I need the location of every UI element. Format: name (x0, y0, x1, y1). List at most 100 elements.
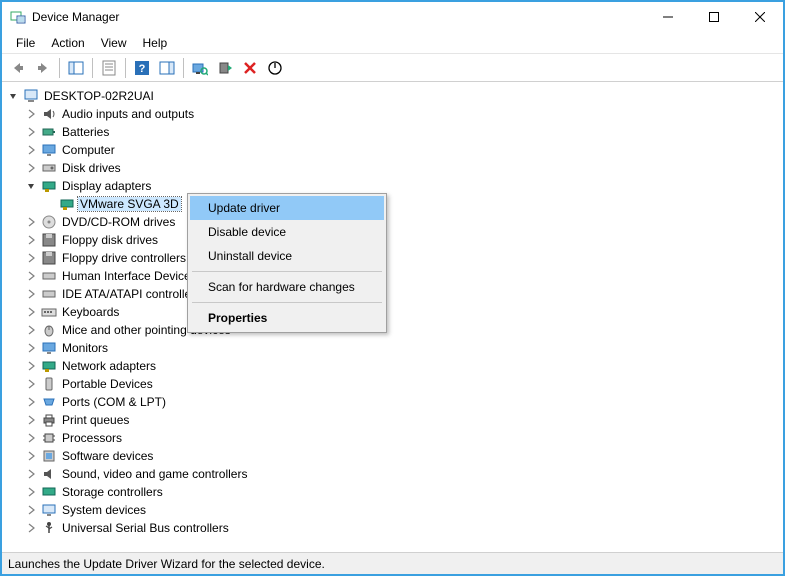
chevron-right-icon[interactable] (24, 413, 38, 427)
tree-item-label: DVD/CD-ROM drives (60, 215, 177, 229)
chevron-right-icon[interactable] (24, 143, 38, 157)
chevron-right-icon[interactable] (24, 359, 38, 373)
chevron-right-icon[interactable] (24, 323, 38, 337)
tree-item-usb[interactable]: Universal Serial Bus controllers (22, 519, 781, 537)
disk-icon (41, 160, 57, 176)
tree-item-display-adapters[interactable]: Display adapters (22, 177, 781, 195)
show-hide-console-tree-button[interactable] (64, 56, 88, 80)
tree-item-batteries[interactable]: Batteries (22, 123, 781, 141)
action-pane-button[interactable] (155, 56, 179, 80)
chevron-right-icon[interactable] (24, 125, 38, 139)
statusbar-text: Launches the Update Driver Wizard for th… (8, 557, 325, 571)
tree-item-label: Monitors (60, 341, 110, 355)
tree-item-computer[interactable]: Computer (22, 141, 781, 159)
minimize-button[interactable] (645, 2, 691, 32)
chevron-right-icon[interactable] (24, 431, 38, 445)
device-tree-panel[interactable]: DESKTOP-02R2UAI Audio inputs and outputs… (2, 82, 783, 552)
tree-item-print[interactable]: Print queues (22, 411, 781, 429)
system-icon (41, 502, 57, 518)
tree-item-label: Computer (60, 143, 117, 157)
forward-button[interactable] (31, 56, 55, 80)
svg-text:?: ? (139, 63, 146, 75)
menu-view[interactable]: View (93, 34, 135, 52)
disable-device-button[interactable] (263, 56, 287, 80)
chevron-right-icon[interactable] (24, 377, 38, 391)
tree-item-monitors[interactable]: Monitors (22, 339, 781, 357)
maximize-button[interactable] (691, 2, 737, 32)
chevron-right-icon[interactable] (24, 269, 38, 283)
window-controls (645, 2, 783, 32)
tree-item-label: Processors (60, 431, 124, 445)
software-icon (41, 448, 57, 464)
titlebar: Device Manager (2, 2, 783, 32)
battery-icon (41, 124, 57, 140)
chevron-right-icon[interactable] (24, 287, 38, 301)
tree-item-label: Ports (COM & LPT) (60, 395, 168, 409)
tree-item-ports[interactable]: Ports (COM & LPT) (22, 393, 781, 411)
tree-item-ide[interactable]: IDE ATA/ATAPI controllers (22, 285, 781, 303)
chevron-right-icon[interactable] (24, 215, 38, 229)
chevron-down-icon[interactable] (24, 179, 38, 193)
toolbar-separator (92, 58, 93, 78)
chevron-right-icon[interactable] (24, 503, 38, 517)
menu-help[interactable]: Help (135, 34, 176, 52)
context-scan-hardware[interactable]: Scan for hardware changes (190, 275, 384, 299)
chevron-right-icon[interactable] (24, 521, 38, 535)
context-uninstall-device[interactable]: Uninstall device (190, 244, 384, 268)
network-icon (41, 358, 57, 374)
menu-action[interactable]: Action (43, 34, 92, 52)
tree-item-disk[interactable]: Disk drives (22, 159, 781, 177)
context-disable-device[interactable]: Disable device (190, 220, 384, 244)
tree-item-keyboards[interactable]: Keyboards (22, 303, 781, 321)
chevron-right-icon[interactable] (24, 341, 38, 355)
chevron-right-icon[interactable] (24, 251, 38, 265)
chevron-right-icon[interactable] (24, 233, 38, 247)
close-button[interactable] (737, 2, 783, 32)
tree-item-label: Display adapters (60, 179, 153, 193)
chevron-right-icon[interactable] (24, 485, 38, 499)
tree-item-software[interactable]: Software devices (22, 447, 781, 465)
tree-item-storage[interactable]: Storage controllers (22, 483, 781, 501)
chevron-right-icon[interactable] (24, 305, 38, 319)
tree-item-label: Universal Serial Bus controllers (60, 521, 231, 535)
floppy-icon (41, 232, 57, 248)
tree-item-portable[interactable]: Portable Devices (22, 375, 781, 393)
tree-item-network[interactable]: Network adapters (22, 357, 781, 375)
chevron-right-icon[interactable] (24, 449, 38, 463)
toolbar-separator (183, 58, 184, 78)
tree-item-label: Floppy disk drives (60, 233, 160, 247)
tree-item-processors[interactable]: Processors (22, 429, 781, 447)
tree-item-audio[interactable]: Audio inputs and outputs (22, 105, 781, 123)
tree-item-floppy-controllers[interactable]: Floppy drive controllers (22, 249, 781, 267)
help-button[interactable]: ? (130, 56, 154, 80)
tree-item-vmware-svga[interactable]: VMware SVGA 3D (40, 195, 781, 213)
scan-hardware-button[interactable] (188, 56, 212, 80)
tree-item-hid[interactable]: Human Interface Devices (22, 267, 781, 285)
context-update-driver[interactable]: Update driver (190, 196, 384, 220)
usb-icon (41, 520, 57, 536)
tree-item-mice[interactable]: Mice and other pointing devices (22, 321, 781, 339)
properties-button[interactable] (97, 56, 121, 80)
window-title: Device Manager (32, 10, 645, 24)
display-adapter-icon (59, 196, 75, 212)
back-button[interactable] (6, 56, 30, 80)
context-properties[interactable]: Properties (190, 306, 384, 330)
tree-root[interactable]: DESKTOP-02R2UAI (4, 87, 781, 105)
chevron-right-icon[interactable] (24, 467, 38, 481)
chevron-down-icon[interactable] (6, 89, 20, 103)
chevron-right-icon[interactable] (24, 161, 38, 175)
update-driver-button[interactable] (213, 56, 237, 80)
tree-item-label: Keyboards (60, 305, 121, 319)
statusbar: Launches the Update Driver Wizard for th… (2, 552, 783, 574)
tree-item-floppy-disk[interactable]: Floppy disk drives (22, 231, 781, 249)
tree-item-sound[interactable]: Sound, video and game controllers (22, 465, 781, 483)
tree-item-dvd[interactable]: DVD/CD-ROM drives (22, 213, 781, 231)
uninstall-device-button[interactable] (238, 56, 262, 80)
chevron-right-icon[interactable] (24, 395, 38, 409)
floppy-controller-icon (41, 250, 57, 266)
tree-item-system[interactable]: System devices (22, 501, 781, 519)
tree-item-label: Floppy drive controllers (60, 251, 188, 265)
tree-item-label: Batteries (60, 125, 111, 139)
menu-file[interactable]: File (8, 34, 43, 52)
chevron-right-icon[interactable] (24, 107, 38, 121)
